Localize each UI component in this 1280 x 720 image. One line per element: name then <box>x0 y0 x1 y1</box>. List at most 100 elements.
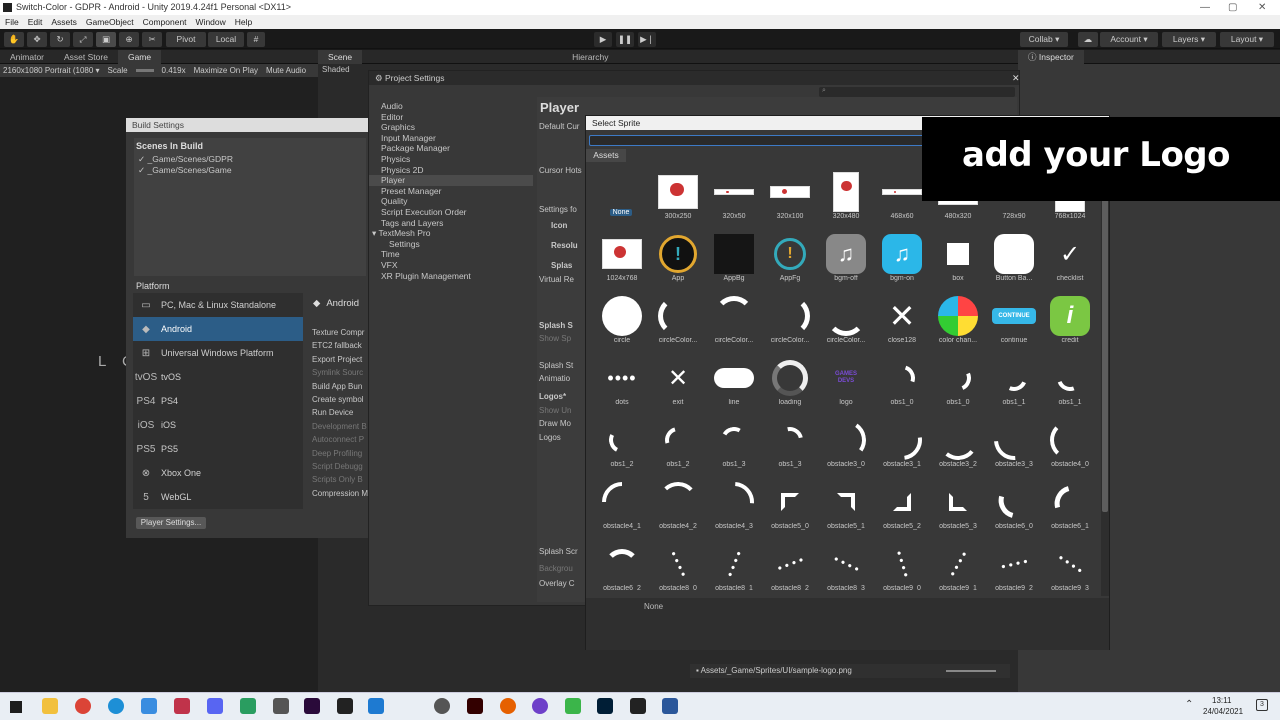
scenes-in-build-list[interactable]: Scenes In Build ✓ _Game/Scenes/GDPR ✓ _Ga… <box>134 138 366 276</box>
sprite-item-close128[interactable]: ✕ close128 <box>874 290 930 352</box>
sprite-item-circlecolor-[interactable]: circleColor... <box>818 290 874 352</box>
sprite-item-obstacle8-2[interactable]: • • • • obstacle8_2 <box>762 538 818 590</box>
edge-icon[interactable] <box>108 698 124 714</box>
tab-asset-store[interactable]: Asset Store <box>54 50 118 64</box>
settings-nav-item-input-manager[interactable]: Input Manager <box>369 133 533 144</box>
unity-icon[interactable] <box>630 698 646 714</box>
sprite-item-obstacle5-1[interactable]: obstacle5_1 <box>818 476 874 538</box>
sprite-item-obstacle3-3[interactable]: obstacle3_3 <box>985 411 1043 476</box>
settings-nav-item-player[interactable]: Player <box>369 175 533 186</box>
sprite-item-circlecolor-[interactable]: circleColor... <box>706 290 762 352</box>
menu-item-window[interactable]: Window <box>196 15 226 29</box>
move-tool-button[interactable]: ✥ <box>27 32 47 47</box>
rect-tool-button[interactable]: ▣ <box>96 32 116 47</box>
platform-item-pc-mac-linux-standalone[interactable]: ▭ PC, Mac & Linux Standalone <box>133 293 303 317</box>
settings-nav-item-physics-2d[interactable]: Physics 2D <box>369 165 533 176</box>
sprite-item-circlecolor-[interactable]: circleColor... <box>762 290 818 352</box>
sprite-item-320x100[interactable]: 320x100 <box>762 166 818 228</box>
settings-nav-item-graphics[interactable]: Graphics <box>369 122 533 133</box>
settings-nav-item-package-manager[interactable]: Package Manager <box>369 143 533 154</box>
grid-snap-button[interactable]: # <box>247 32 265 47</box>
settings-nav-item-settings[interactable]: Settings <box>369 239 533 250</box>
sprite-item-line[interactable]: line <box>706 352 762 414</box>
sprite-item-obstacle8-3[interactable]: • • • • obstacle8_3 <box>818 538 874 590</box>
tab-animator[interactable]: Animator <box>0 50 54 64</box>
app-icon[interactable] <box>337 698 353 714</box>
settings-nav-item-physics[interactable]: Physics <box>369 154 533 165</box>
sprite-item-obs1-2[interactable]: obs1_2 <box>594 414 650 476</box>
discord-icon[interactable] <box>207 698 223 714</box>
scale-slider[interactable] <box>135 69 154 72</box>
sprite-item-obstacle5-3[interactable]: obstacle5_3 <box>930 476 986 538</box>
sprite-item-loading[interactable]: loading <box>762 352 818 414</box>
file-explorer-icon[interactable] <box>42 698 58 714</box>
sprite-item-obstacle5-2[interactable]: obstacle5_2 <box>874 476 930 538</box>
layout-dropdown[interactable]: Layout ▾ <box>1220 32 1274 47</box>
notifications-icon[interactable]: 3 <box>1256 699 1268 711</box>
platform-item-android[interactable]: ◆ Android <box>133 317 303 341</box>
transform-tool-button[interactable]: ⊕ <box>119 32 139 47</box>
tab-inspector[interactable]: ⓘ Inspector <box>1018 49 1084 64</box>
sprite-item-appfg[interactable]: ! AppFg <box>762 228 818 290</box>
platform-item-ps5[interactable]: PS5 PS5 <box>133 437 303 461</box>
sprite-item-obs1-2[interactable]: obs1_2 <box>650 414 706 476</box>
sprite-item-exit[interactable]: ✕ exit <box>650 352 706 414</box>
menu-item-assets[interactable]: Assets <box>51 15 77 29</box>
sprite-scrollbar[interactable] <box>1101 164 1109 596</box>
vscode-icon[interactable] <box>368 698 384 714</box>
sprite-item-obstacle3-2[interactable]: obstacle3_2 <box>930 414 986 476</box>
menu-item-component[interactable]: Component <box>143 15 187 29</box>
custom-tool-button[interactable]: ✂ <box>142 32 162 47</box>
sprite-item-appbg[interactable]: AppBg <box>706 228 762 290</box>
app-icon[interactable] <box>240 698 256 714</box>
sprite-item-dots[interactable]: •••• dots <box>594 352 650 414</box>
sprite-item-obs1-3[interactable]: obs1_3 <box>762 414 818 476</box>
layers-dropdown[interactable]: Layers ▾ <box>1162 32 1216 47</box>
premiere-icon[interactable] <box>304 698 320 714</box>
shading-mode-dropdown[interactable]: Shaded <box>322 64 350 75</box>
chat-icon[interactable] <box>273 698 289 714</box>
local-button[interactable]: Local <box>208 32 244 47</box>
sprite-item-obstacle9-3[interactable]: • • • • obstacle9_3 <box>1042 538 1098 590</box>
scene-list-item[interactable]: ✓ _Game/Scenes/GDPR <box>134 154 366 165</box>
pause-button[interactable]: ❚❚ <box>616 32 634 47</box>
platform-item-xbox-one[interactable]: ⊗ Xbox One <box>133 461 303 485</box>
settings-nav-item-xr-plugin-management[interactable]: XR Plugin Management <box>369 271 533 282</box>
sprite-item-300x250[interactable]: 300x250 <box>650 166 706 228</box>
sprite-item-obstacle4-3[interactable]: obstacle4_3 <box>705 473 763 538</box>
settings-nav-item-tags-and-layers[interactable]: Tags and Layers <box>369 218 533 229</box>
platform-item-universal-windows-platform[interactable]: ⊞ Universal Windows Platform <box>133 341 303 365</box>
illustrator-icon[interactable] <box>467 698 483 714</box>
tab-scene[interactable]: Scene <box>318 49 363 64</box>
maximize-on-play-toggle[interactable]: Maximize On Play <box>194 64 258 77</box>
settings-nav-item-quality[interactable]: Quality <box>369 196 533 207</box>
sprite-item-obstacle4-0[interactable]: obstacle4_0 <box>1042 414 1098 476</box>
sprite-item-box[interactable]: box <box>930 228 986 290</box>
player-settings-button[interactable]: Player Settings... <box>136 517 206 529</box>
tab-hierarchy[interactable]: Hierarchy <box>562 50 618 64</box>
settings-nav-item-editor[interactable]: Editor <box>369 112 533 123</box>
sprite-item-obstacle9-2[interactable]: • • • • obstacle9_2 <box>986 538 1042 590</box>
settings-nav-item-textmesh-pro[interactable]: ▾ TextMesh Pro <box>369 228 533 239</box>
settings-nav-item-time[interactable]: Time <box>369 249 533 260</box>
menu-item-help[interactable]: Help <box>235 15 252 29</box>
sprite-item-obstacle9-1[interactable]: • • • • obstacle9_1 <box>930 538 986 590</box>
sprite-item-obs1-1[interactable]: obs1_1 <box>1042 352 1098 414</box>
settings-nav-item-vfx[interactable]: VFX <box>369 260 533 271</box>
platform-item-webgl[interactable]: 5 WebGL <box>133 485 303 509</box>
cloud-icon[interactable]: ☁ <box>1078 32 1098 47</box>
platform-item-ios[interactable]: iOS iOS <box>133 413 303 437</box>
settings-nav-item-script-execution-order[interactable]: Script Execution Order <box>369 207 533 218</box>
tab-game[interactable]: Game <box>117 49 162 64</box>
resolution-dropdown[interactable]: 2160x1080 Portrait (1080 ▾ <box>3 64 100 77</box>
scale-tool-button[interactable]: ⤢ <box>73 32 93 47</box>
minimize-icon[interactable]: — <box>1200 0 1210 15</box>
sprite-item-obstacle3-1[interactable]: obstacle3_1 <box>873 411 931 476</box>
search-input[interactable]: ⌕ <box>819 87 1015 97</box>
sprite-search-input[interactable] <box>589 135 929 146</box>
sprite-item-obstacle6-2[interactable]: obstacle6_2 <box>594 538 650 590</box>
sprite-item-obs1-1[interactable]: obs1_1 <box>986 352 1042 414</box>
chrome-icon[interactable] <box>75 698 91 714</box>
sprite-item-continue[interactable]: CONTINUE continue <box>986 290 1042 352</box>
sprite-item-obstacle8-0[interactable]: • • • • obstacle8_0 <box>650 538 706 590</box>
